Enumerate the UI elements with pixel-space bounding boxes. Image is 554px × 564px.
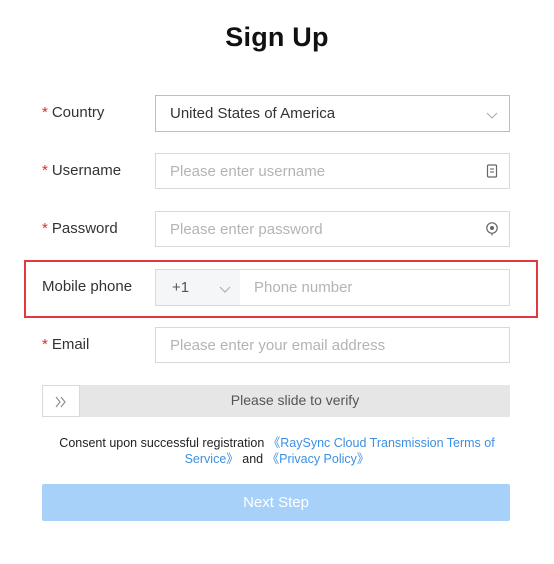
- country-label: * Country: [42, 103, 104, 123]
- country-code-select[interactable]: +1: [155, 269, 241, 306]
- password-label: * Password: [42, 219, 118, 239]
- phone-number-placeholder: Phone number: [254, 279, 353, 296]
- chevron-down-icon: [219, 286, 231, 293]
- required-mark: *: [42, 104, 48, 121]
- username-label-text: Username: [51, 162, 122, 179]
- chevron-down-icon: [486, 112, 498, 119]
- country-code-value: +1: [172, 279, 190, 296]
- country-select[interactable]: United States of America: [155, 95, 510, 132]
- id-card-icon: [486, 164, 498, 178]
- page-title: Sign Up: [225, 22, 329, 52]
- password-label-text: Password: [51, 220, 118, 237]
- required-mark: *: [42, 162, 48, 179]
- email-label: * Email: [42, 335, 89, 355]
- required-mark: *: [42, 220, 48, 237]
- consent-prefix: Consent upon successful registration: [59, 436, 265, 450]
- email-placeholder: Please enter your email address: [170, 337, 386, 354]
- email-label-text: Email: [51, 336, 90, 353]
- country-value: United States of America: [170, 105, 336, 122]
- email-input[interactable]: Please enter your email address: [155, 327, 510, 363]
- double-chevron-right-icon: [55, 396, 66, 408]
- consent-and: and: [242, 452, 264, 466]
- slide-verify-handle[interactable]: [42, 385, 80, 417]
- phone-number-input[interactable]: Phone number: [240, 269, 510, 306]
- mobile-phone-label: Mobile phone: [42, 278, 133, 295]
- slide-verify-text: Please slide to verify: [230, 392, 360, 408]
- slide-verify-track[interactable]: Please slide to verify: [42, 385, 510, 417]
- username-placeholder: Please enter username: [170, 163, 326, 180]
- privacy-policy-link[interactable]: 《Privacy Policy》: [267, 452, 370, 466]
- consent-text: Consent upon successful registration 《Ra…: [42, 435, 512, 467]
- password-placeholder: Please enter password: [170, 221, 323, 238]
- eye-icon[interactable]: [485, 222, 499, 236]
- required-mark: *: [42, 336, 48, 353]
- next-step-button[interactable]: Next Step: [42, 484, 510, 521]
- username-input[interactable]: Please enter username: [155, 153, 510, 189]
- country-label-text: Country: [51, 104, 105, 121]
- password-input[interactable]: Please enter password: [155, 211, 510, 247]
- username-label: * Username: [42, 161, 121, 181]
